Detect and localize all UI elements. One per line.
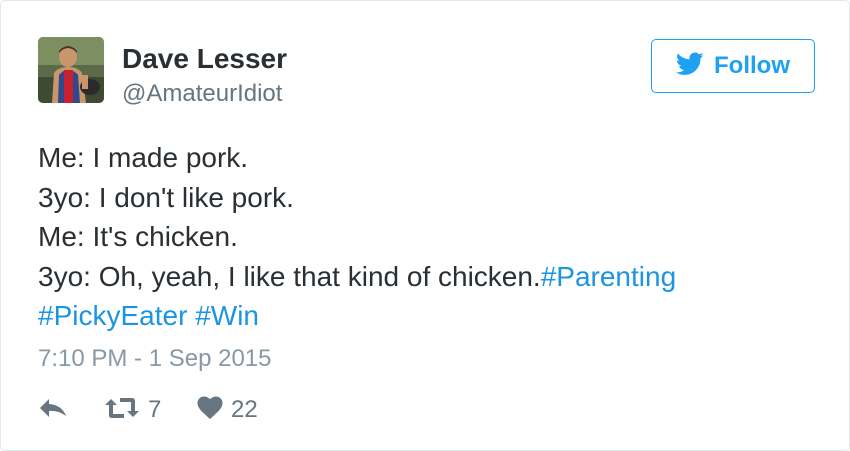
hashtag-pickyeater[interactable]: #PickyEater	[38, 300, 187, 331]
avatar[interactable]	[38, 37, 104, 103]
tweet-line: Me: I made pork.	[38, 142, 249, 173]
reply-icon	[38, 397, 68, 424]
reply-button[interactable]	[38, 394, 68, 426]
display-name[interactable]: Dave Lesser	[122, 42, 287, 76]
tweet-line: #PickyEater #Win	[38, 296, 818, 336]
hashtag-win[interactable]: #Win	[195, 300, 259, 331]
like-count: 22	[231, 396, 258, 423]
follow-button[interactable]: Follow	[651, 39, 815, 93]
tweet-line: 3yo: Oh, yeah, I like that kind of chick…	[38, 260, 677, 292]
tweet-text: Me: I made pork. 3yo: I don't like pork.…	[38, 138, 818, 336]
retweet-icon	[104, 395, 140, 426]
avatar-photo	[38, 37, 104, 103]
heart-icon	[197, 396, 223, 425]
tweet-card: Dave Lesser @AmateurIdiot Follow Me: I m…	[0, 0, 850, 451]
tweet-line: 3yo: I don't like pork.	[38, 181, 294, 213]
tweet-line: Me: It's chicken.	[38, 221, 238, 252]
tweet-timestamp[interactable]: 7:10 PM - 1 Sep 2015	[38, 344, 271, 374]
hashtag-parenting[interactable]: #Parenting	[541, 261, 676, 292]
retweet-count: 7	[148, 396, 162, 423]
like-button[interactable]: 22	[197, 394, 258, 426]
follow-button-label: Follow	[714, 52, 790, 79]
user-handle[interactable]: @AmateurIdiot	[122, 79, 282, 109]
retweet-button[interactable]: 7	[104, 394, 161, 426]
twitter-bird-icon	[675, 51, 704, 81]
